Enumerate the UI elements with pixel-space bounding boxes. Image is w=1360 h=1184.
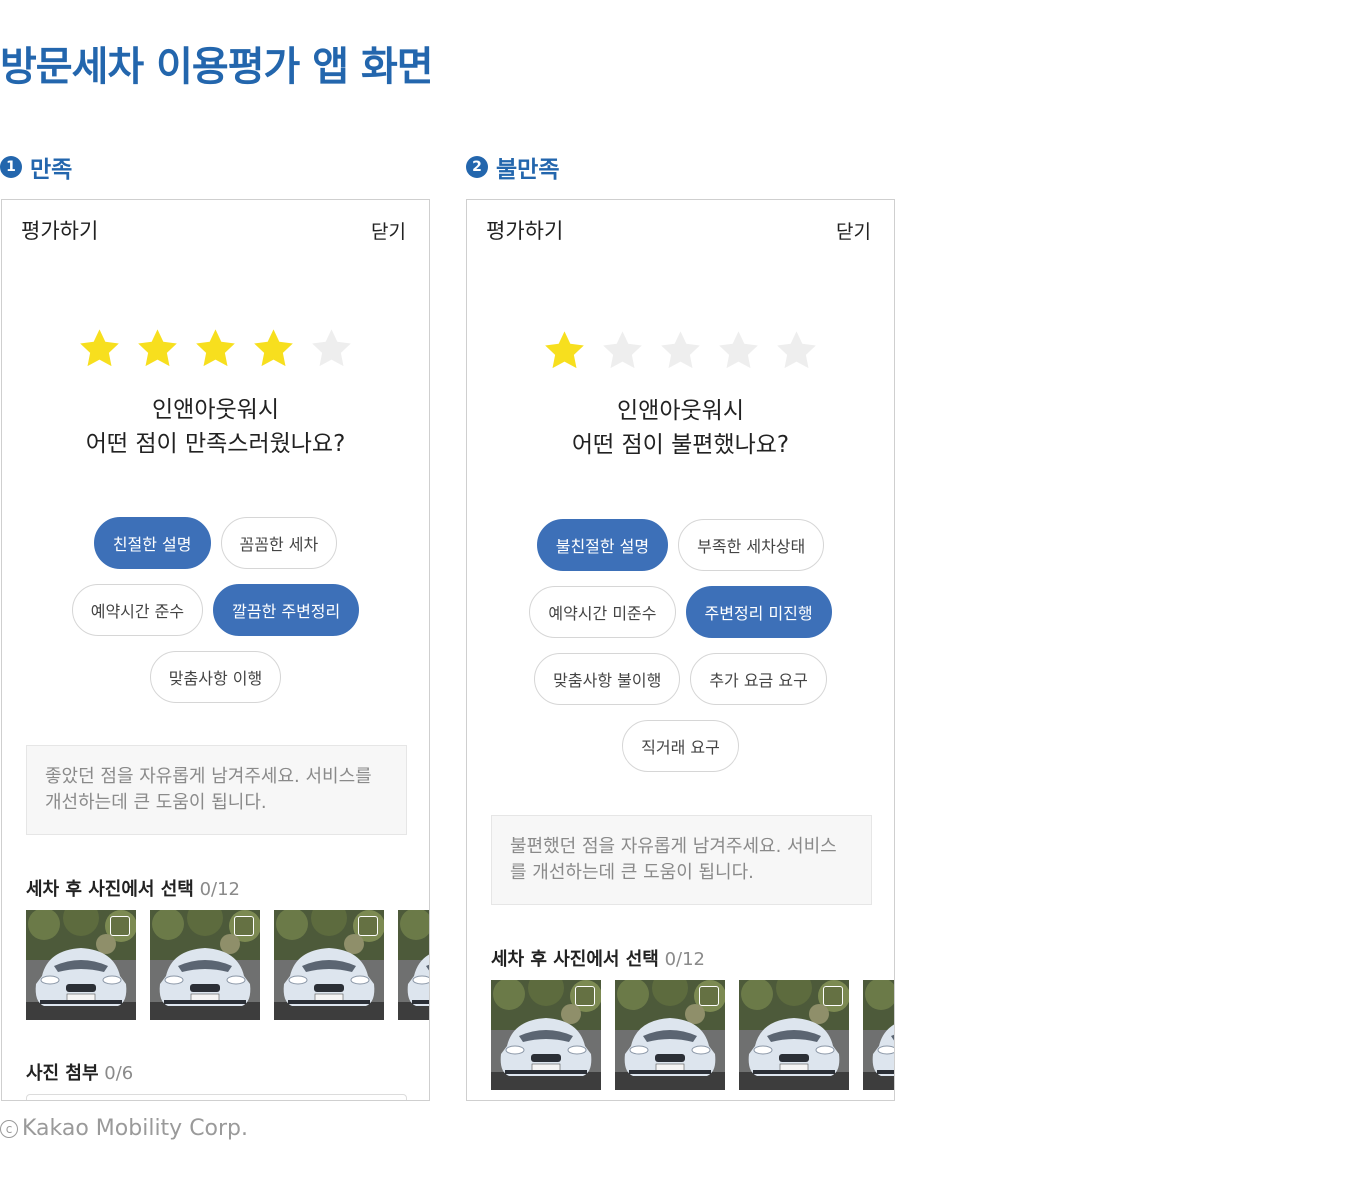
car-photo[interactable]: [274, 910, 384, 1020]
question-text: 인앤아웃워시 어떤 점이 만족스러웠나요?: [2, 393, 429, 461]
chip-group: 불친절한 설명 부족한 세차상태 예약시간 미준수 주변정리 미진행 맞춤사항 …: [467, 519, 894, 787]
attach-count: 0/6: [104, 1063, 134, 1084]
screen-title: 평가하기: [21, 219, 99, 243]
close-button[interactable]: 닫기: [836, 217, 871, 244]
photo-select-count: 0/12: [199, 879, 240, 900]
chip-direct-deal[interactable]: 직거래 요구: [622, 720, 739, 772]
attach-heading: 사진 첨부 0/6: [26, 1059, 133, 1085]
car-photo[interactable]: [26, 910, 136, 1020]
page-title: 방문세차 이용평가 앱 화면: [0, 44, 434, 90]
question-line: 어떤 점이 만족스러웠나요?: [85, 431, 346, 457]
shop-name: 인앤아웃워시: [617, 398, 744, 424]
chip-no-cleanup[interactable]: 주변정리 미진행: [685, 586, 832, 638]
photo-select-label: 세차 후 사진에서 선택: [491, 949, 659, 970]
screen-title: 평가하기: [486, 219, 564, 243]
chip-late[interactable]: 예약시간 미준수: [529, 586, 676, 638]
star-empty-icon[interactable]: [600, 328, 645, 373]
photo-select-count: 0/12: [664, 949, 705, 970]
star-empty-icon[interactable]: [658, 328, 703, 373]
photo-select-heading: 세차 후 사진에서 선택 0/12: [491, 945, 705, 971]
chip-on-time[interactable]: 예약시간 준수: [71, 584, 204, 636]
star-rating[interactable]: [2, 326, 429, 371]
review-textarea[interactable]: 좋았던 점을 자유롭게 남겨주세요. 서비스를 개선하는데 큰 도움이 됩니다.: [26, 745, 407, 835]
photo-select-label: 세차 후 사진에서 선택: [26, 879, 194, 900]
car-photo[interactable]: [739, 980, 849, 1090]
phone-screen-satisfied: 평가하기 닫기 인앤아웃워시 어떤 점이 만족스러웠나요? 친절한 설명 꼼꼼한…: [1, 199, 430, 1101]
star-empty-icon[interactable]: [774, 328, 819, 373]
star-filled-icon[interactable]: [542, 328, 587, 373]
checkbox-icon[interactable]: [110, 916, 130, 936]
checkbox-icon[interactable]: [234, 916, 254, 936]
photo-strip: [26, 910, 429, 1020]
shop-name: 인앤아웃워시: [152, 397, 279, 423]
chip-tidy-surroundings[interactable]: 깔끔한 주변정리: [213, 584, 360, 636]
star-empty-icon[interactable]: [716, 328, 761, 373]
star-filled-icon[interactable]: [135, 326, 180, 371]
car-photo[interactable]: [150, 910, 260, 1020]
chip-unkind-explanation[interactable]: 불친절한 설명: [536, 519, 669, 571]
star-filled-icon[interactable]: [77, 326, 122, 371]
section-label-text: 만족: [30, 157, 73, 183]
car-photo[interactable]: [863, 980, 894, 1090]
chip-group: 친절한 설명 꼼꼼한 세차 예약시간 준수 깔끔한 주변정리 맞춤사항 이행: [2, 517, 429, 718]
star-rating[interactable]: [467, 328, 894, 373]
chip-poor-wash[interactable]: 부족한 세차상태: [678, 519, 825, 571]
copyright-icon: c: [0, 1119, 18, 1138]
chip-kind-explanation[interactable]: 친절한 설명: [93, 517, 211, 569]
attach-photo-box[interactable]: [26, 1094, 407, 1100]
photo-strip: [491, 980, 894, 1090]
section-label-satisfied: 1 만족: [0, 150, 72, 184]
star-empty-icon[interactable]: [309, 326, 354, 371]
photo-select-heading: 세차 후 사진에서 선택 0/12: [26, 875, 240, 901]
close-button[interactable]: 닫기: [371, 217, 406, 244]
copyright-text: Kakao Mobility Corp.: [22, 1116, 249, 1141]
checkbox-icon[interactable]: [575, 986, 595, 1006]
car-photo[interactable]: [398, 910, 429, 1020]
chip-custom-not-done[interactable]: 맞춤사항 불이행: [534, 653, 681, 705]
attach-label: 사진 첨부: [26, 1063, 99, 1084]
review-textarea[interactable]: 불편했던 점을 자유롭게 남겨주세요. 서비스를 개선하는데 큰 도움이 됩니다…: [491, 815, 872, 905]
chip-extra-fee[interactable]: 추가 요금 요구: [690, 653, 827, 705]
question-line: 어떤 점이 불편했나요?: [571, 432, 790, 458]
number-badge: 2: [466, 156, 488, 178]
car-photo[interactable]: [615, 980, 725, 1090]
question-text: 인앤아웃워시 어떤 점이 불편했나요?: [467, 394, 894, 462]
number-badge: 1: [0, 156, 22, 178]
section-label-unsatisfied: 2 불만족: [466, 150, 559, 184]
copyright: c Kakao Mobility Corp.: [0, 1116, 248, 1141]
checkbox-icon[interactable]: [823, 986, 843, 1006]
section-label-text: 불만족: [496, 157, 560, 183]
chip-thorough-wash[interactable]: 꼼꼼한 세차: [220, 517, 338, 569]
checkbox-icon[interactable]: [699, 986, 719, 1006]
checkbox-icon[interactable]: [358, 916, 378, 936]
star-filled-icon[interactable]: [193, 326, 238, 371]
phone-screen-unsatisfied: 평가하기 닫기 인앤아웃워시 어떤 점이 불편했나요? 불친절한 설명 부족한 …: [466, 199, 895, 1101]
chip-custom-request[interactable]: 맞춤사항 이행: [149, 651, 282, 703]
car-photo[interactable]: [491, 980, 601, 1090]
star-filled-icon[interactable]: [251, 326, 296, 371]
